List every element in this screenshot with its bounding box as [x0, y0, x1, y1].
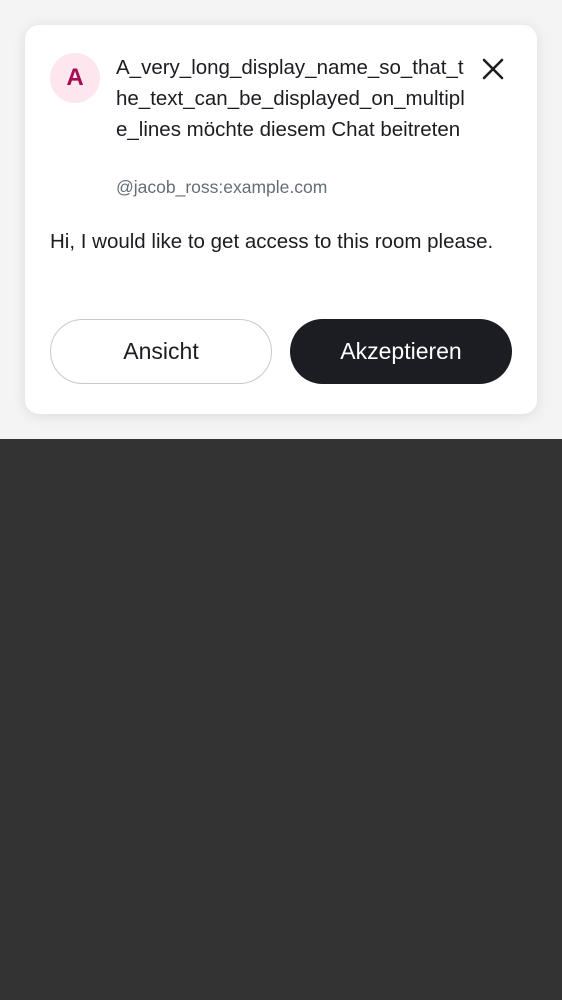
request-action-text: möchte diesem Chat beitreten — [180, 118, 461, 141]
avatar-letter: A — [66, 64, 84, 91]
view-button[interactable]: Ansicht — [50, 319, 272, 384]
accept-button-label: Akzeptieren — [340, 338, 462, 364]
view-button-label: Ansicht — [123, 338, 199, 364]
avatar: A — [50, 53, 100, 103]
request-message: Hi, I would like to get access to this r… — [50, 230, 494, 253]
request-title: A_very_long_display_name_so_that_the_tex… — [116, 52, 468, 145]
bottom-background — [0, 439, 562, 1000]
close-button[interactable] — [477, 53, 509, 85]
user-id: @jacob_ross:example.com — [116, 177, 328, 197]
join-request-card: A A_very_long_display_name_so_that_the_t… — [25, 25, 537, 414]
close-icon — [482, 58, 504, 80]
accept-button[interactable]: Akzeptieren — [290, 319, 512, 384]
